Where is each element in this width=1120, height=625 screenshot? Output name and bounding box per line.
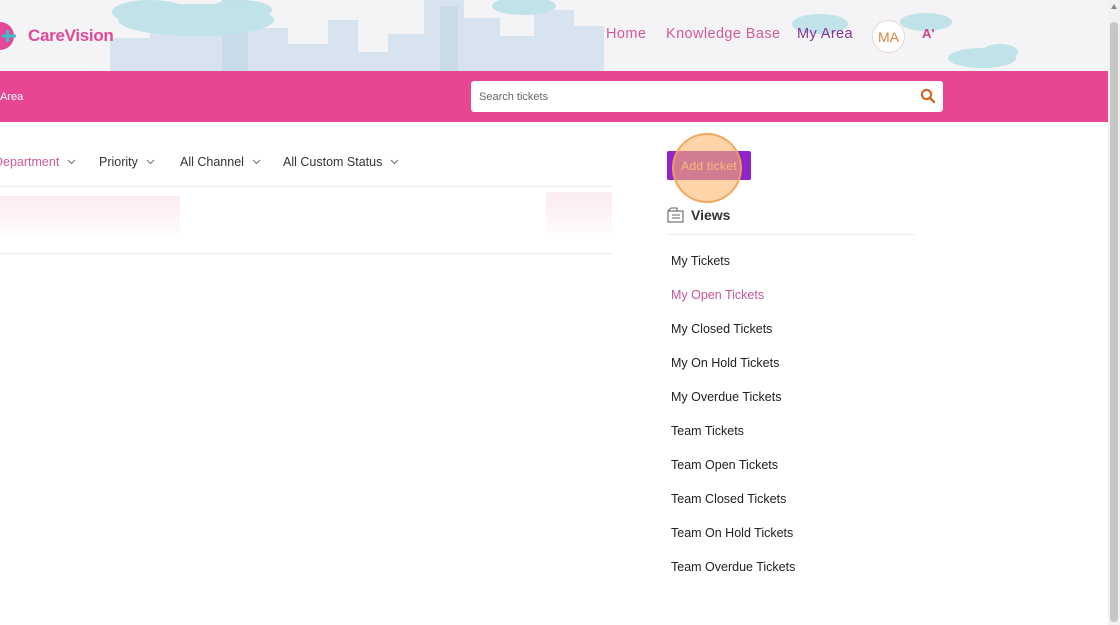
view-team-on-hold-tickets[interactable]: Team On Hold Tickets xyxy=(671,526,793,540)
views-title: Views xyxy=(691,207,731,223)
brand[interactable]: CareVision xyxy=(0,20,114,52)
views-header: Views xyxy=(667,207,730,223)
filter-department-label: Department xyxy=(0,155,60,169)
nav-knowledge-base-link[interactable]: Knowledge Base xyxy=(666,26,780,46)
view-team-open-tickets[interactable]: Team Open Tickets xyxy=(671,458,778,472)
filter-priority[interactable]: Priority xyxy=(99,155,155,169)
breadcrumb[interactable]: Area xyxy=(0,91,23,103)
search-input[interactable] xyxy=(471,81,911,112)
filter-custom-status[interactable]: All Custom Status xyxy=(283,155,399,169)
filter-divider xyxy=(0,186,612,187)
view-team-overdue-tickets[interactable]: Team Overdue Tickets xyxy=(671,560,795,574)
chevron-down-icon xyxy=(146,159,155,165)
view-my-on-hold-tickets[interactable]: My On Hold Tickets xyxy=(671,356,779,370)
view-my-open-tickets[interactable]: My Open Tickets xyxy=(671,288,764,302)
chevron-down-icon xyxy=(67,159,76,165)
loading-placeholder xyxy=(0,196,180,240)
font-size-toggle[interactable]: A' xyxy=(922,26,934,41)
view-team-closed-tickets[interactable]: Team Closed Tickets xyxy=(671,492,786,506)
brand-name: CareVision xyxy=(28,26,114,45)
view-my-overdue-tickets[interactable]: My Overdue Tickets xyxy=(671,390,781,404)
add-ticket-button[interactable]: Add ticket xyxy=(667,151,751,180)
scrollbar-thumb[interactable] xyxy=(1110,22,1118,622)
carevision-logo-icon xyxy=(0,22,16,50)
search-box xyxy=(471,81,943,112)
toolbar: Area xyxy=(0,71,1108,122)
view-my-closed-tickets[interactable]: My Closed Tickets xyxy=(671,322,772,336)
document-icon xyxy=(667,207,684,223)
skyline-illustration xyxy=(110,0,1018,71)
user-avatar[interactable]: MA xyxy=(872,20,905,53)
chevron-down-icon xyxy=(390,159,399,165)
filter-department[interactable]: Department xyxy=(0,155,76,169)
view-my-tickets[interactable]: My Tickets xyxy=(671,254,730,268)
nav-home-link[interactable]: Home xyxy=(606,26,646,46)
filter-custom-status-label: All Custom Status xyxy=(283,155,383,169)
views-divider xyxy=(667,234,915,235)
filter-channel[interactable]: All Channel xyxy=(180,155,261,169)
scroll-up-arrow-icon[interactable] xyxy=(1110,3,1118,11)
row-divider xyxy=(0,253,612,254)
top-header: CareVision Home Knowledge Base My Area M… xyxy=(0,0,1108,71)
chevron-down-icon xyxy=(252,159,261,165)
loading-placeholder xyxy=(546,192,612,240)
nav-my-area-link[interactable]: My Area xyxy=(797,26,853,46)
filter-priority-label: Priority xyxy=(99,155,138,169)
filter-channel-label: All Channel xyxy=(180,155,244,169)
view-team-tickets[interactable]: Team Tickets xyxy=(671,424,744,438)
search-icon[interactable] xyxy=(920,88,936,104)
